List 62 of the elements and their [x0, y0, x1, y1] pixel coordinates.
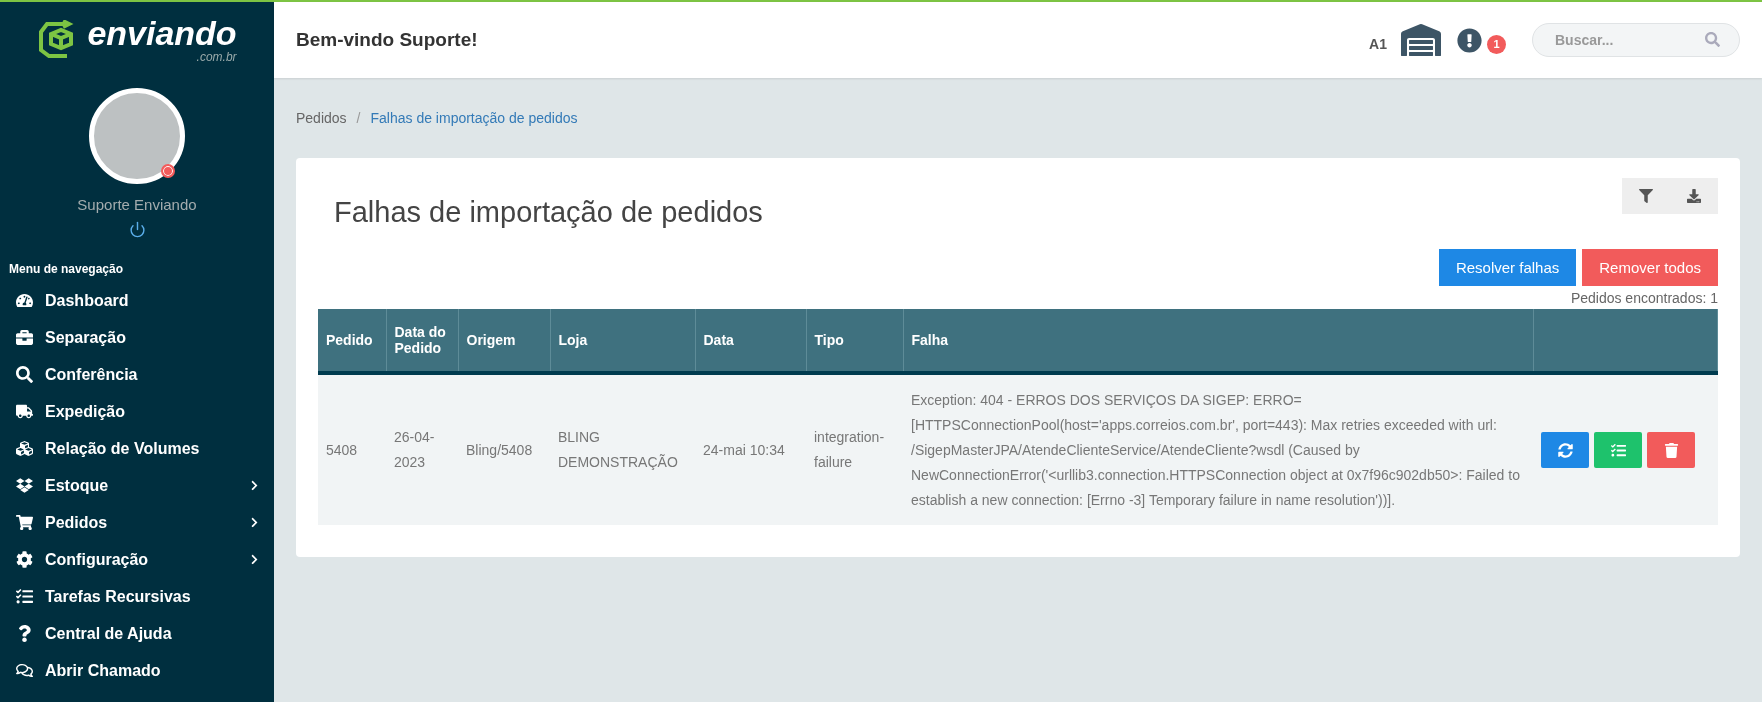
column-header: Data do Pedido	[386, 309, 458, 373]
sidebar-item[interactable]: Central de Ajuda	[0, 615, 274, 652]
page-title: Falhas de importação de pedidos	[334, 196, 763, 229]
retry-button[interactable]	[1541, 432, 1589, 468]
sidebar-item[interactable]: Estoque	[0, 467, 274, 504]
search-icon	[15, 366, 33, 383]
power-icon[interactable]	[128, 221, 146, 238]
user-name: Suporte Enviando	[76, 196, 198, 213]
sidebar-item[interactable]: Tarefas Recursivas	[0, 578, 274, 615]
result-count: Pedidos encontrados: 1	[1569, 290, 1718, 306]
filter-icon	[1639, 189, 1653, 203]
brand-name: enviando	[87, 16, 237, 50]
cubes-icon	[15, 440, 33, 457]
gauge-icon	[15, 292, 33, 309]
sidebar-item[interactable]: Configuração	[0, 541, 274, 578]
download-icon	[1687, 189, 1701, 203]
column-header: Pedido	[318, 309, 386, 373]
trash-icon	[1663, 442, 1679, 458]
boxes-icon	[15, 477, 33, 494]
search-icon	[1705, 32, 1720, 47]
cart-icon	[15, 514, 33, 531]
truck-icon	[15, 403, 33, 420]
refresh-icon	[1557, 442, 1573, 458]
table-cell: 26-04-2023	[386, 373, 458, 525]
sidebar-item[interactable]: Dashboard	[0, 282, 274, 319]
column-header: Falha	[903, 309, 1533, 373]
settings-icon	[15, 551, 33, 568]
table-cell: 24-mai 10:34	[695, 373, 806, 525]
table-cell: BLING DEMONSTRAÇÃO	[550, 373, 695, 525]
sidebar-item[interactable]: Separação	[0, 319, 274, 356]
chat-bubbles-icon	[15, 662, 33, 679]
sidebar-item[interactable]: Pedidos	[0, 504, 274, 541]
table-cell: Bling/5408	[458, 373, 550, 525]
chevron-icon	[249, 554, 260, 565]
breadcrumb-item[interactable]: Falhas de importação de pedidos	[370, 110, 578, 136]
chevron-icon	[249, 480, 260, 491]
chevron-icon	[249, 517, 260, 528]
briefcase-icon	[15, 329, 33, 346]
action-button[interactable]: Resolver falhas	[1438, 249, 1577, 286]
checklist-icon	[15, 588, 33, 605]
column-header: Loja	[550, 309, 695, 373]
checklist-icon	[1610, 442, 1626, 458]
breadcrumb-separator: /	[356, 110, 361, 128]
warehouse-code: A1	[1369, 36, 1387, 52]
alert-icon[interactable]	[1457, 27, 1482, 53]
delete-button[interactable]	[1647, 432, 1695, 468]
alert-count: 1	[1487, 34, 1506, 54]
column-header: Origem	[458, 309, 550, 373]
brand-domain: .com.br	[196, 50, 237, 64]
table-cell: 5408	[318, 373, 386, 525]
sidebar-item[interactable]: Expedição	[0, 393, 274, 430]
column-header: Data	[695, 309, 806, 373]
welcome-text: Bem-vindo Suporte!	[296, 29, 479, 51]
column-header: Tipo	[806, 309, 903, 373]
table-cell: integration-failure	[806, 373, 903, 525]
search-field[interactable]: Buscar...	[1532, 23, 1740, 57]
table-cell: Exception: 404 - ERROS DOS SERVIÇOS DA SIGEP: ERRO=[HTTPSConnectionPool(host='apps.correios.com.br', port=443): Max retries exceeded with url: /SigepMasterJPA/AtendeClienteService/AtendeCliente?wsdl (Caused by NewConnectionError('<urllib3.connection.HTTPSConnection object at 0x7f96c902db50>: Failed to establish a new connection: [Errno -3] Temporary failure in name resolution'))].	[903, 373, 1533, 525]
menu-heading: Menu de navegação	[8, 262, 125, 276]
sidebar-item[interactable]: Abrir Chamado	[0, 652, 274, 689]
sidebar-item[interactable]: Relação de Volumes	[0, 430, 274, 467]
sidebar-item[interactable]: Conferência	[0, 356, 274, 393]
breadcrumb-item[interactable]: Pedidos	[296, 110, 347, 136]
